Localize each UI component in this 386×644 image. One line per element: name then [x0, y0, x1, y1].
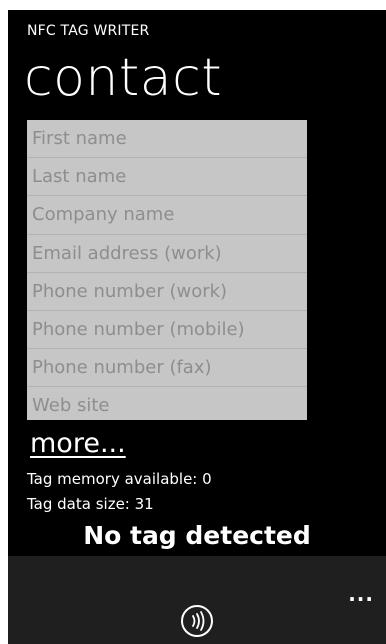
page-title: contact	[24, 48, 223, 108]
ellipsis-icon[interactable]: ...	[348, 582, 374, 606]
app-bar: ...	[8, 556, 386, 644]
tag-data-size: Tag data size: 31	[27, 495, 154, 513]
phone-fax-field[interactable]: Phone number (fax)	[27, 349, 307, 388]
more-link[interactable]: more...	[30, 428, 126, 459]
phone-work-field[interactable]: Phone number (work)	[27, 273, 307, 311]
email-work-field[interactable]: Email address (work)	[27, 235, 307, 273]
app-title: NFC TAG WRITER	[27, 23, 150, 39]
first-name-field[interactable]: First name	[27, 120, 307, 159]
nfc-tap-icon	[181, 605, 213, 637]
nfc-tap-button[interactable]	[180, 604, 214, 638]
phone-mobile-field[interactable]: Phone number (mobile)	[27, 311, 307, 350]
website-field[interactable]: Web site	[27, 387, 307, 420]
phone-screen: NFC TAG WRITER contact First name Last n…	[8, 10, 386, 644]
contact-form: First name Last name Company name Email …	[27, 120, 307, 420]
tag-status: No tag detected	[83, 521, 311, 550]
company-name-field[interactable]: Company name	[27, 196, 307, 235]
last-name-field[interactable]: Last name	[27, 158, 307, 197]
tag-memory-available: Tag memory available: 0	[27, 470, 212, 488]
